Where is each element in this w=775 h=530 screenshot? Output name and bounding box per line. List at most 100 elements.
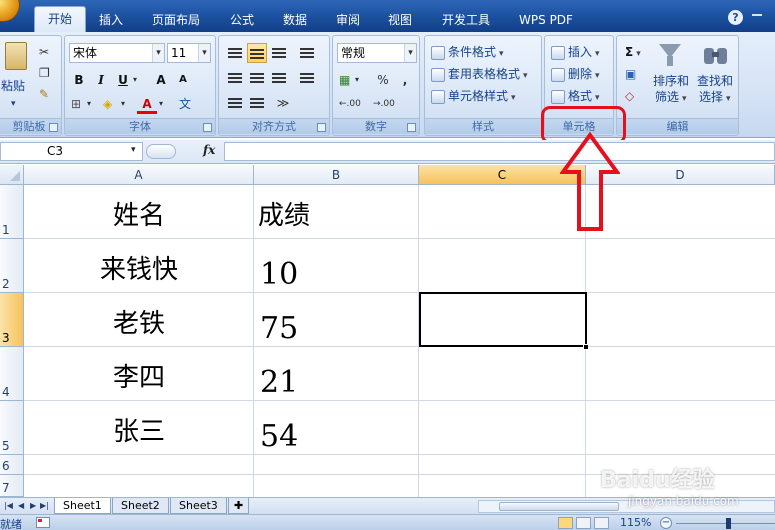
tab-wps-pdf[interactable]: WPS PDF xyxy=(510,8,582,32)
fill-icon[interactable]: ▣ xyxy=(625,64,636,84)
minimize-ribbon-icon[interactable] xyxy=(752,14,762,16)
page-break-view-icon[interactable] xyxy=(594,517,609,529)
clear-icon[interactable]: ◇ xyxy=(625,86,634,106)
tab-developer[interactable]: 开发工具 xyxy=(430,8,502,32)
cell-b2[interactable]: 10 xyxy=(254,257,298,292)
sheet-tab-1[interactable]: Sheet1 xyxy=(54,498,111,514)
decrease-decimal-button[interactable]: →.00 xyxy=(373,94,395,114)
paste-dropdown-icon[interactable]: ▾ xyxy=(11,94,16,114)
border-dropdown-icon[interactable]: ▾ xyxy=(87,94,91,114)
cell-b4[interactable]: 21 xyxy=(254,365,298,400)
cell-a2[interactable]: 来钱快 xyxy=(24,249,254,286)
increase-indent-icon[interactable] xyxy=(247,93,267,113)
new-sheet-icon[interactable]: ✚ xyxy=(228,498,250,514)
number-launcher-icon[interactable] xyxy=(407,123,416,132)
align-right-icon[interactable] xyxy=(269,68,289,88)
office-button[interactable] xyxy=(0,0,20,22)
percent-button[interactable]: % xyxy=(373,70,393,90)
tab-view[interactable]: 视图 xyxy=(378,8,422,32)
increase-decimal-button[interactable]: ←.00 xyxy=(339,94,361,114)
format-painter-icon[interactable]: ✎ xyxy=(39,84,49,104)
paste-button[interactable]: 粘贴 xyxy=(1,76,25,96)
sheet-tab-3[interactable]: Sheet3 xyxy=(170,498,227,514)
fill-color-icon[interactable]: ◈ xyxy=(103,94,112,114)
cell-a4[interactable]: 李四 xyxy=(24,357,254,394)
row-header-5[interactable]: 5 xyxy=(0,401,24,455)
column-header-a[interactable]: A xyxy=(24,165,254,185)
tab-review[interactable]: 审阅 xyxy=(326,8,370,32)
underline-button[interactable]: U xyxy=(113,70,133,90)
name-box[interactable]: C3 xyxy=(0,142,143,161)
font-color-button[interactable]: A xyxy=(137,94,157,114)
border-icon[interactable]: ⊞ xyxy=(71,94,81,114)
zoom-slider-thumb[interactable] xyxy=(726,518,731,529)
help-icon[interactable]: ? xyxy=(728,10,743,25)
delete-cells-button[interactable]: 删除 xyxy=(551,64,600,84)
cell-b3[interactable]: 75 xyxy=(254,311,298,346)
bold-button[interactable]: B xyxy=(69,70,89,90)
orientation-icon[interactable] xyxy=(297,43,317,63)
number-format-combo[interactable]: 常规 ▾ xyxy=(337,43,417,63)
row-header-3[interactable]: 3 xyxy=(0,293,24,347)
cut-icon[interactable]: ✂ xyxy=(39,42,49,62)
conditional-format-button[interactable]: 条件格式 xyxy=(431,42,504,62)
fill-dropdown-icon[interactable]: ▾ xyxy=(121,94,125,114)
tab-page-layout[interactable]: 页面布局 xyxy=(140,8,212,32)
next-sheet-icon[interactable]: ▶ xyxy=(30,501,36,510)
font-launcher-icon[interactable] xyxy=(203,123,212,132)
column-header-b[interactable]: B xyxy=(254,165,419,185)
sort-filter-label-2-wrap[interactable]: 筛选 xyxy=(655,90,687,110)
autosum-button[interactable]: Σ xyxy=(625,42,641,62)
insert-function-icon[interactable]: fx xyxy=(203,143,215,157)
zoom-level[interactable]: 115% xyxy=(620,516,651,529)
alignment-launcher-icon[interactable] xyxy=(317,123,326,132)
scrollbar-thumb[interactable] xyxy=(499,502,619,511)
fill-handle[interactable] xyxy=(583,344,589,350)
font-size-combo[interactable]: 11 ▾ xyxy=(167,43,211,63)
prev-sheet-icon[interactable]: ◀ xyxy=(18,501,24,510)
align-left-icon[interactable] xyxy=(225,68,245,88)
comma-button[interactable]: , xyxy=(395,70,415,90)
wrap-text-icon[interactable]: ≫ xyxy=(273,93,293,113)
first-sheet-icon[interactable]: |◀ xyxy=(4,501,13,510)
row-header-7[interactable]: 7 xyxy=(0,475,24,497)
align-bottom-icon[interactable] xyxy=(269,43,289,63)
cell-a1[interactable]: 姓名 xyxy=(24,195,254,232)
row-header-4[interactable]: 4 xyxy=(0,347,24,401)
shrink-font-button[interactable]: A xyxy=(173,70,193,90)
font-name-combo[interactable]: 宋体 ▾ xyxy=(69,43,165,63)
tab-data[interactable]: 数据 xyxy=(273,8,317,32)
format-cells-button[interactable]: 格式 xyxy=(551,86,600,106)
underline-dropdown-icon[interactable]: ▾ xyxy=(133,70,137,90)
cell-b1[interactable]: 成绩 xyxy=(254,195,310,232)
cell-a5[interactable]: 张三 xyxy=(24,411,254,448)
copy-icon[interactable]: ❐ xyxy=(39,63,50,83)
tab-home[interactable]: 开始 xyxy=(34,6,86,32)
row-header-6[interactable]: 6 xyxy=(0,455,24,475)
tab-formulas[interactable]: 公式 xyxy=(220,8,264,32)
select-all-button[interactable] xyxy=(0,165,24,185)
cell-b5[interactable]: 54 xyxy=(254,419,298,454)
align-middle-icon[interactable] xyxy=(247,43,267,63)
align-top-icon[interactable] xyxy=(225,43,245,63)
row-header-1[interactable]: 1 xyxy=(0,185,24,239)
macro-record-icon[interactable] xyxy=(36,517,50,528)
cell-styles-button[interactable]: 单元格样式 xyxy=(431,86,516,106)
italic-button[interactable]: I xyxy=(91,70,111,90)
format-as-table-button[interactable]: 套用表格格式 xyxy=(431,64,528,84)
align-center-icon[interactable] xyxy=(247,68,267,88)
formula-input[interactable] xyxy=(224,142,775,161)
active-cell-c3[interactable] xyxy=(419,292,587,347)
tab-insert[interactable]: 插入 xyxy=(89,8,133,32)
last-sheet-icon[interactable]: ▶| xyxy=(40,501,49,510)
formula-expand-handle[interactable] xyxy=(146,144,176,159)
zoom-out-icon[interactable]: − xyxy=(660,517,672,529)
clipboard-launcher-icon[interactable] xyxy=(49,123,58,132)
page-layout-view-icon[interactable] xyxy=(576,517,591,529)
spreadsheet-grid[interactable]: A B C D 1 2 3 4 5 6 7 姓名 成绩 来钱快 10 老铁 75… xyxy=(0,165,775,497)
merge-center-icon[interactable] xyxy=(297,68,317,88)
cell-a3[interactable]: 老铁 xyxy=(24,303,254,340)
sheet-tab-2[interactable]: Sheet2 xyxy=(112,498,169,514)
grow-font-button[interactable]: A xyxy=(151,70,171,90)
row-header-2[interactable]: 2 xyxy=(0,239,24,293)
